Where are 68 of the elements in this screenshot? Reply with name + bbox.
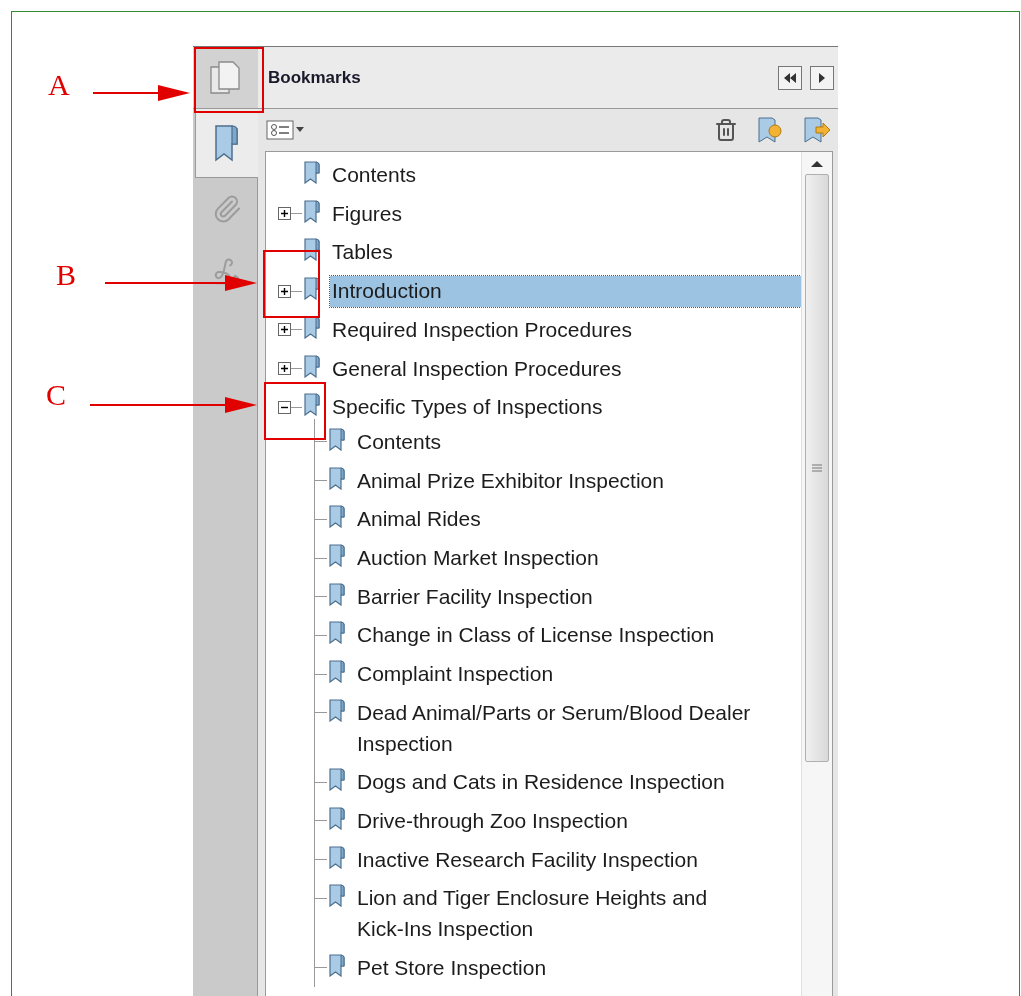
expand-toggle[interactable] [278, 284, 291, 298]
bookmark-item[interactable]: Drive-through Zoo Inspection [355, 805, 630, 837]
trash-icon[interactable] [714, 118, 738, 142]
bookmark-item[interactable]: Tables [330, 237, 395, 269]
bookmark-item[interactable]: Figures [330, 198, 405, 230]
scroll-up-icon[interactable] [810, 160, 824, 168]
bookmark-item[interactable]: Dead Animal/Parts or Serum/Blood Dealer Inspection [355, 697, 754, 760]
expand-button[interactable] [810, 65, 834, 90]
bookmark-item[interactable]: Animal Prize Exhibitor Inspection [355, 465, 666, 497]
bookmark-item[interactable]: Lion and Tiger Enclosure Heights and Kick-Ins Inspection [355, 883, 754, 945]
expand-toggle[interactable] [278, 207, 291, 221]
expand-toggle[interactable] [278, 362, 291, 375]
plus-icon [280, 325, 289, 335]
bookmark-icon [327, 767, 347, 792]
right-triangle-icon [817, 71, 827, 84]
bookmark-icon [302, 237, 322, 262]
expand-toggle[interactable] [278, 400, 291, 414]
expand-toggle[interactable] [278, 323, 291, 337]
bookmark-icon [327, 659, 347, 684]
scrollbar[interactable] [801, 152, 832, 996]
bookmark-icon [327, 952, 347, 977]
bookmark-item[interactable]: Contents [355, 426, 444, 458]
plus-icon [280, 209, 289, 219]
bookmark-icon [327, 504, 347, 529]
bookmark-item[interactable]: Animal Rides [355, 504, 483, 536]
bookmark-icon [302, 160, 322, 184]
bookmark-item[interactable]: Pet Store Inspection [355, 952, 549, 984]
panel-title: Bookmarks [268, 67, 362, 88]
bookmark-icon [302, 198, 322, 223]
bookmark-item[interactable]: Introduction [330, 276, 801, 307]
bookmark-icon [327, 844, 347, 869]
plus-icon [280, 364, 289, 373]
bookmark-item[interactable]: Complaint Inspection [355, 659, 556, 690]
annotation-label: A [48, 68, 70, 102]
bookmark-item[interactable]: Change in Class of License Inspection [355, 620, 717, 652]
plus-icon [280, 286, 289, 296]
bookmark-icon [302, 392, 322, 417]
bookmark-icon [327, 883, 347, 908]
bookmark-icon [327, 697, 347, 722]
bookmark-icon [327, 465, 347, 490]
side-tab[interactable] [194, 109, 258, 178]
options-menu-icon[interactable] [266, 119, 306, 141]
bookmark-icon [327, 581, 347, 606]
highlight-box [263, 250, 320, 318]
annotation-label: C [46, 378, 66, 412]
bookmark-icon [327, 805, 347, 830]
bookmark-item[interactable]: Contents [330, 160, 419, 191]
bookmark-item[interactable]: Auction Market Inspection [355, 543, 601, 574]
bookmark-icon [302, 353, 322, 378]
bookmark-icon [327, 543, 347, 568]
annotation-label: B [56, 258, 76, 292]
bookmark-item[interactable]: Required Inspection Procedures [330, 314, 634, 346]
scroll-thumb[interactable] [805, 174, 829, 762]
highlight-box [194, 47, 264, 113]
bookmark-item[interactable]: General Inspection Procedures [330, 353, 624, 385]
bookmark-icon [327, 620, 347, 645]
grip-icon [811, 462, 823, 474]
bookmark-item[interactable]: Inactive Research Facility Inspection [355, 844, 700, 876]
bookmark-icon [327, 426, 347, 451]
new-bookmark-icon[interactable] [756, 116, 784, 144]
collapse-button[interactable] [778, 65, 802, 90]
bookmark-item[interactable]: Specific Types of Inspections [330, 392, 605, 423]
highlight-box [264, 382, 326, 440]
pages-button[interactable] [193, 47, 258, 109]
bookmark-item[interactable]: Dogs and Cats in Residence Inspection [355, 767, 727, 798]
bookmark-arrow-icon[interactable] [802, 116, 832, 144]
double-left-icon [783, 71, 797, 84]
bookmark-item[interactable]: Barrier Facility Inspection [355, 581, 595, 613]
